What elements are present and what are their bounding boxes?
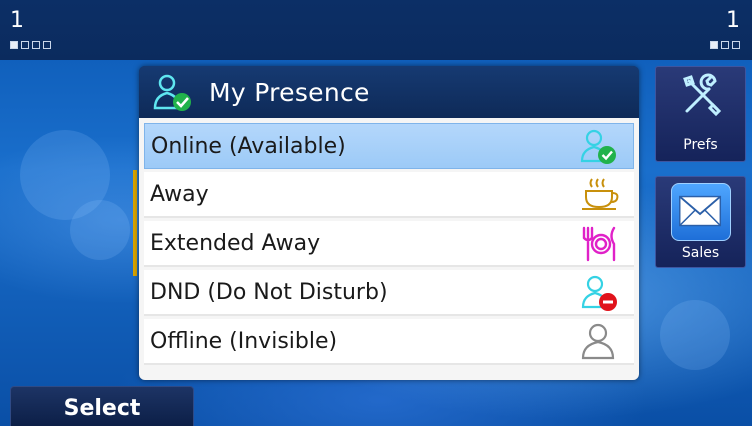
line-square <box>732 41 740 49</box>
sales-label: Sales <box>681 245 720 261</box>
line-square <box>721 41 729 49</box>
presence-option-offline[interactable]: Offline (Invisible) <box>144 319 634 365</box>
user-online-check-icon <box>580 129 616 164</box>
background-bokeh <box>660 300 730 370</box>
line-square <box>21 41 29 49</box>
option-label: Online (Available) <box>151 134 346 159</box>
prefs-button[interactable]: Prefs <box>655 66 746 162</box>
phone-screen: 1 1 Prefs Sales My Presence Online (Avai… <box>0 0 752 426</box>
sales-button[interactable]: Sales <box>655 176 746 268</box>
prefs-label: Prefs <box>683 137 718 153</box>
line-square <box>32 41 40 49</box>
tools-icon <box>683 73 722 117</box>
presence-option-away[interactable]: Away <box>144 172 634 218</box>
select-label: Select <box>63 396 141 421</box>
line-square <box>10 41 18 49</box>
option-label: DND (Do Not Disturb) <box>150 280 388 305</box>
fork-plate-knife-icon <box>582 226 616 262</box>
select-softkey[interactable]: Select <box>10 386 194 426</box>
presence-option-extended-away[interactable]: Extended Away <box>144 221 634 267</box>
envelope-icon <box>679 195 722 227</box>
right-line-indicator <box>710 41 740 51</box>
left-line-number: 1 <box>10 8 24 33</box>
background-bokeh <box>70 200 130 260</box>
dialog-title: My Presence <box>209 78 370 107</box>
line-square <box>710 41 718 49</box>
left-line-indicator <box>10 41 51 51</box>
right-line-number: 1 <box>726 8 740 33</box>
presence-option-dnd[interactable]: DND (Do Not Disturb) <box>144 270 634 316</box>
presence-list: Online (Available) Away Extended Away DN… <box>139 118 639 380</box>
presence-option-online[interactable]: Online (Available) <box>144 123 634 169</box>
option-label: Extended Away <box>150 231 321 256</box>
focus-indicator <box>133 170 137 276</box>
status-bar: 1 1 <box>0 0 752 60</box>
presence-dialog: My Presence Online (Available) Away Exte… <box>139 66 639 380</box>
coffee-cup-icon <box>582 178 619 210</box>
user-dnd-icon <box>581 275 617 311</box>
mail-tile <box>671 183 731 241</box>
dialog-header: My Presence <box>139 66 639 118</box>
line-square <box>43 41 51 49</box>
option-label: Offline (Invisible) <box>150 329 338 354</box>
option-label: Away <box>150 182 209 207</box>
presence-online-icon <box>153 74 191 111</box>
user-offline-icon <box>581 323 615 360</box>
